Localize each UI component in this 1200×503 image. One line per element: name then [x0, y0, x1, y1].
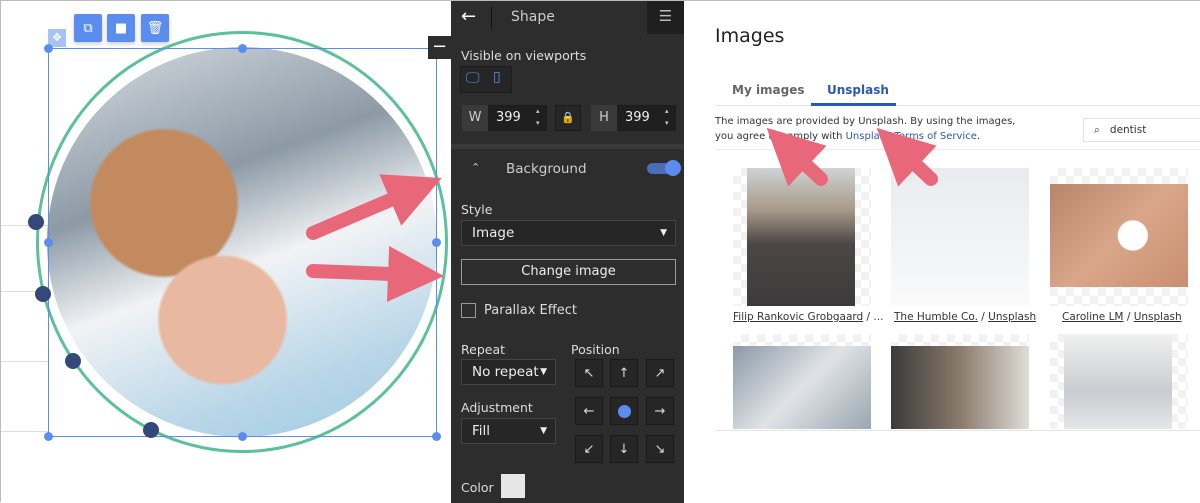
annotation-arrows [306, 127, 938, 302]
annotation-arrow [306, 174, 442, 240]
annotation-arrow [876, 127, 938, 187]
annotation-arrow [766, 127, 828, 187]
annotation-arrow [306, 245, 444, 302]
